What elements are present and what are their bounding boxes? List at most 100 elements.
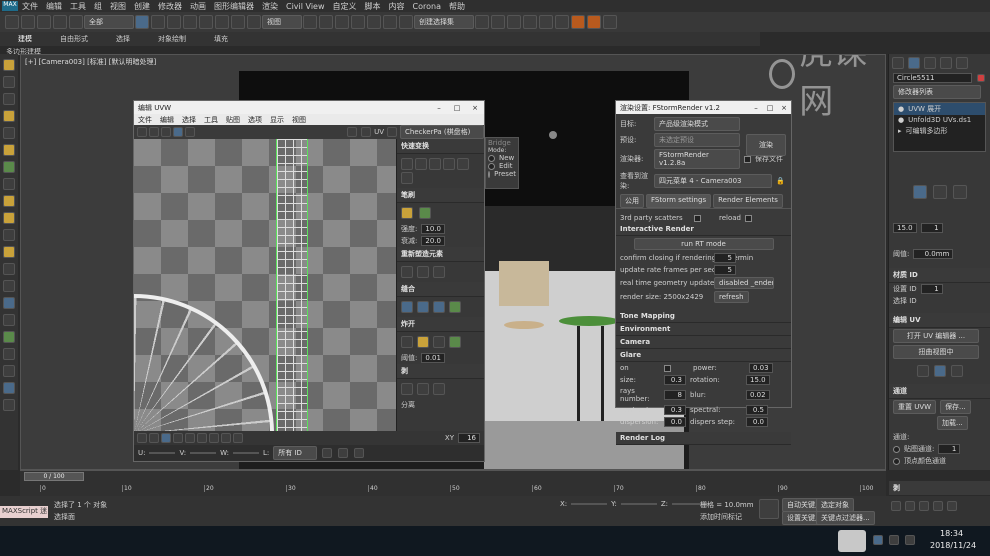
glare-param-field[interactable]: 0.3 (664, 375, 686, 385)
clock-date[interactable]: 2018/11/24 (930, 541, 976, 550)
show-map-icon[interactable] (347, 127, 358, 137)
maximize-icon[interactable]: □ (763, 104, 777, 112)
explode-header[interactable]: 炸开 (397, 317, 484, 332)
box-icon[interactable] (3, 212, 15, 224)
window-cross-icon[interactable] (183, 15, 197, 29)
reshape-header[interactable]: 重新塑造元素 (397, 247, 484, 262)
camera-icon[interactable] (3, 127, 15, 139)
map-channel-field[interactable]: 1 (938, 444, 961, 454)
mode-edit-radio[interactable] (488, 162, 495, 170)
uvw-menu-item[interactable]: 选项 (248, 115, 262, 125)
uv-strip[interactable] (276, 139, 308, 431)
quick-transform-header[interactable]: 快速变换 (397, 139, 484, 154)
close-icon[interactable]: × (777, 104, 791, 112)
glare-param-field[interactable]: 0.5 (746, 405, 768, 415)
render-setup-icon[interactable] (539, 15, 553, 29)
pivot-icon[interactable] (303, 15, 317, 29)
selected-dropdown[interactable]: 选定对象 (816, 498, 854, 512)
keyboard-icon[interactable] (905, 535, 915, 545)
space-icon[interactable] (401, 172, 413, 184)
menu-item[interactable]: 脚本 (365, 1, 381, 12)
set-id-field[interactable]: 1 (920, 284, 943, 294)
eye-icon[interactable]: ● (898, 116, 904, 124)
render-icon[interactable] (571, 15, 585, 29)
grid-icon[interactable] (361, 127, 372, 137)
redo-icon[interactable] (21, 15, 35, 29)
select-id-label[interactable]: 选择 ID (893, 296, 917, 306)
uvw-menu-item[interactable]: 工具 (204, 115, 218, 125)
falloff-field[interactable]: 20.0 (421, 236, 445, 246)
open-uv-editor-button[interactable]: 打开 UV 编辑器 ... (893, 329, 979, 343)
space-warp-icon[interactable] (3, 161, 15, 173)
pyramid-icon[interactable] (3, 314, 15, 326)
add-time-tag[interactable]: 添加时间标记 (700, 512, 742, 522)
tweak-in-view-button[interactable]: 扭曲视图中 (893, 345, 979, 359)
reload-label[interactable]: reload (719, 214, 741, 222)
renderer-dropdown[interactable]: FStormRender v1.2.8a (654, 149, 740, 169)
zoom-icon[interactable] (338, 448, 349, 458)
tab-common[interactable]: 公用 (620, 194, 644, 208)
menu-item[interactable]: 创建 (134, 1, 150, 12)
stitch-custom-icon[interactable] (449, 301, 461, 313)
preset-dropdown[interactable]: 未选定预设 (654, 133, 740, 147)
spinner-snap-icon[interactable] (367, 15, 381, 29)
glare-param-field[interactable]: 0.03 (749, 363, 773, 373)
filter-dropdown[interactable]: 全部 (84, 15, 134, 29)
rect-select-icon[interactable] (167, 15, 181, 29)
stitch-target-icon[interactable] (433, 301, 445, 313)
uvw-menu-item[interactable]: 文件 (138, 115, 152, 125)
menu-item[interactable]: 工具 (70, 1, 86, 12)
snap-icon[interactable] (319, 15, 333, 29)
menu-item[interactable]: 视图 (110, 1, 126, 12)
uvw-menu-item[interactable]: 编辑 (160, 115, 174, 125)
threshold-field[interactable]: 0.0mm (913, 249, 954, 259)
load-button[interactable]: 加载... (937, 416, 968, 430)
key-filters-button[interactable]: 关键点过滤器... (816, 511, 875, 525)
detach-icon[interactable] (417, 336, 429, 348)
next-frame-icon[interactable] (933, 501, 943, 511)
place-icon[interactable] (247, 15, 261, 29)
uvw-editor-window[interactable]: 编辑 UVW – □ × 文件 编辑 选择 工具 贴图 选项 显示 视图 UV … (133, 100, 485, 462)
ribbon-tab[interactable]: 填充 (214, 34, 228, 44)
stitch-header[interactable]: 缝合 (397, 282, 484, 297)
uvw-menu-item[interactable]: 贴图 (226, 115, 240, 125)
value2-field[interactable]: 1 (920, 223, 943, 233)
run-rt-button[interactable]: run RT mode (633, 238, 774, 250)
edge-select-icon[interactable] (932, 185, 947, 199)
break-icon[interactable] (401, 336, 413, 348)
uvw-menu-item[interactable]: 选择 (182, 115, 196, 125)
scale-icon[interactable] (161, 127, 171, 137)
stitch-source-icon[interactable] (401, 301, 413, 313)
map-channel-radio[interactable] (893, 445, 900, 453)
cone-icon[interactable] (3, 263, 15, 275)
glare-on-checkbox[interactable] (664, 364, 671, 372)
render-log-header[interactable]: Render Log (616, 432, 791, 445)
undo-icon[interactable] (5, 15, 19, 29)
v-field[interactable] (190, 452, 217, 454)
ribbon-tab[interactable]: 自由形式 (60, 34, 88, 44)
vertex-select-icon[interactable] (912, 185, 927, 199)
unlink-icon[interactable] (53, 15, 67, 29)
xy-label[interactable]: XY (445, 434, 454, 442)
glare-param-field[interactable]: 15.0 (746, 375, 770, 385)
sphere-icon[interactable] (3, 195, 15, 207)
u-field[interactable] (149, 452, 176, 454)
flatten-icon[interactable] (433, 336, 445, 348)
ring-icon[interactable] (221, 433, 231, 443)
maximize-icon[interactable]: □ (448, 104, 466, 112)
id-filter-dropdown[interactable]: 所有 ID (273, 446, 318, 460)
hierarchy-tab-icon[interactable] (924, 57, 936, 69)
third-party-checkbox[interactable] (694, 214, 701, 222)
modifier-list-dropdown[interactable]: 修改器列表 (893, 85, 981, 99)
glare-param-field[interactable]: 8 (664, 390, 686, 400)
tab-fstorm-settings[interactable]: FStorm settings (646, 194, 712, 208)
tone-mapping-header[interactable]: Tone Mapping (616, 310, 791, 323)
volume-icon[interactable] (889, 535, 899, 545)
menu-item[interactable]: 动画 (190, 1, 206, 12)
go-start-icon[interactable] (891, 501, 901, 511)
link-icon[interactable] (37, 15, 51, 29)
time-slider[interactable]: 0 / 100 (24, 472, 84, 481)
uv-arc[interactable] (134, 294, 274, 431)
menu-item[interactable]: 帮助 (449, 1, 465, 12)
stitch-avg-icon[interactable] (417, 301, 429, 313)
